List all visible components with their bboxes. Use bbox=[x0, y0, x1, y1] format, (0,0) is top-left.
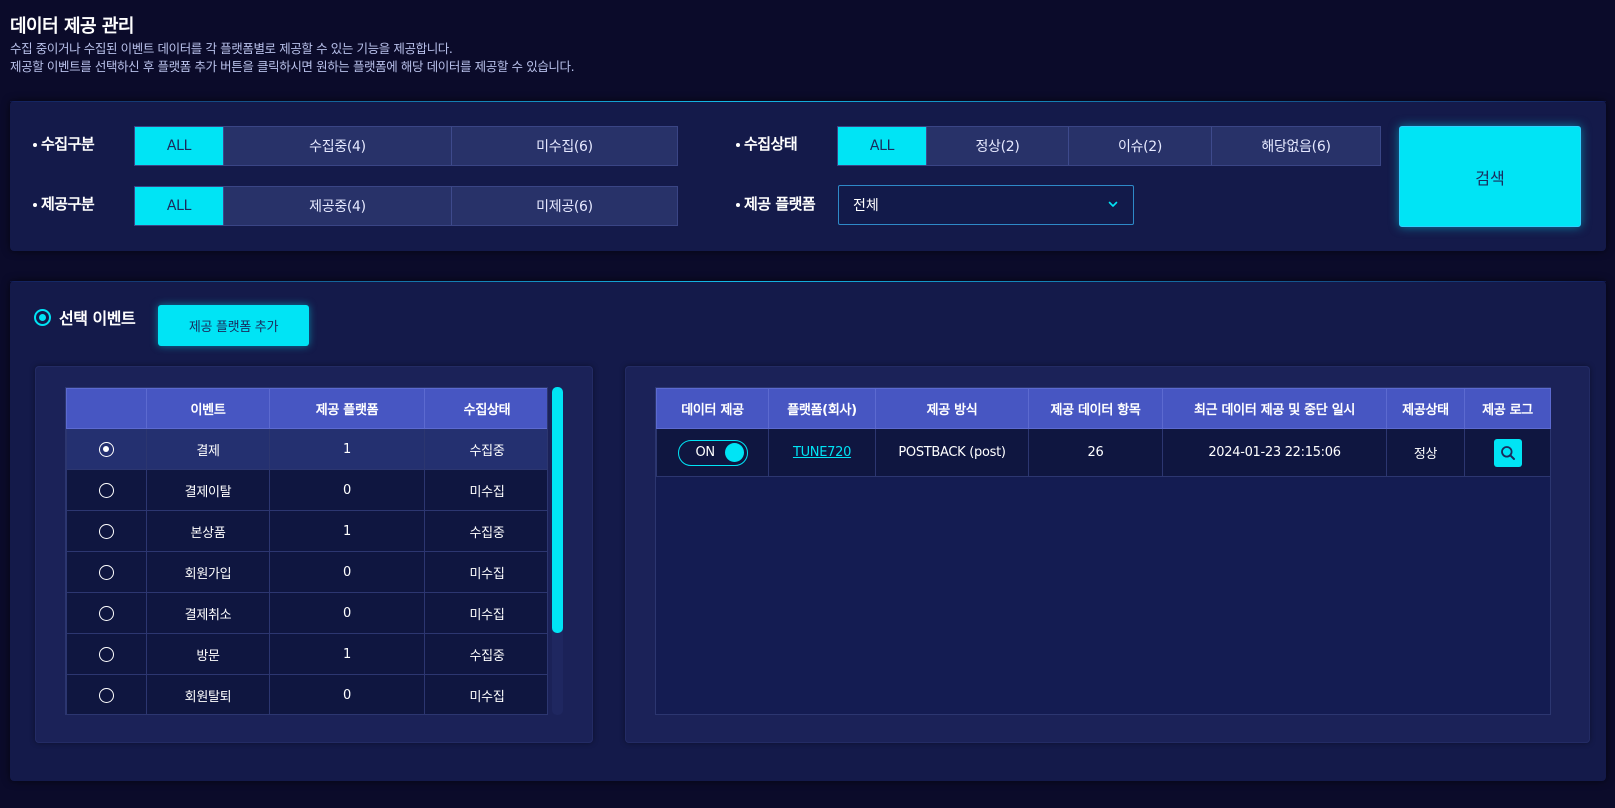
event-platform-count: 0 bbox=[269, 674, 425, 714]
event-collect-status: 미수집 bbox=[424, 551, 547, 593]
column-header-platforms: 제공 플랫폼 bbox=[269, 388, 425, 429]
collect-type-option-not-collected[interactable]: 미수집(6) bbox=[451, 127, 677, 165]
collect-status-option-none[interactable]: 해당없음(6) bbox=[1211, 127, 1380, 165]
collect-type-label: 수집구분 bbox=[33, 133, 95, 154]
table-row[interactable]: 회원탈퇴 0 미수집 bbox=[66, 674, 547, 714]
page-description-1: 수집 중이거나 수집된 이벤트 데이터를 각 플랫폼별로 제공할 수 있는 기능… bbox=[10, 41, 453, 56]
provide-type-option-all[interactable]: ALL bbox=[135, 187, 223, 225]
event-table: 이벤트 제공 플랫폼 수집상태 결제 1 수집중 결제이탈 0 미수집 본상품 … bbox=[66, 388, 547, 714]
event-collect-status: 수집중 bbox=[424, 428, 547, 470]
table-row[interactable]: 결제이탈 0 미수집 bbox=[66, 469, 547, 511]
provide-type-label: 제공구분 bbox=[33, 193, 95, 214]
event-list-panel: 이벤트 제공 플랫폼 수집상태 결제 1 수집중 결제이탈 0 미수집 본상품 … bbox=[35, 366, 593, 743]
event-radio[interactable] bbox=[99, 605, 114, 621]
event-radio[interactable] bbox=[99, 523, 114, 539]
column-header-data-items: 제공 데이터 항목 bbox=[1028, 388, 1163, 429]
event-name: 결제 bbox=[146, 428, 270, 470]
column-header-data-provide: 데이터 제공 bbox=[656, 388, 769, 429]
data-provide-toggle[interactable]: ON bbox=[677, 439, 748, 466]
table-row[interactable]: 결제 1 수집중 bbox=[66, 428, 547, 470]
provide-platform-value: 전체 bbox=[853, 198, 879, 214]
radio-icon bbox=[34, 308, 51, 326]
provide-type-segment: ALL 제공중(4) 미제공(6) bbox=[134, 186, 678, 226]
column-header-last-time: 최근 데이터 제공 및 중단 일시 bbox=[1162, 388, 1387, 429]
add-platform-button[interactable]: 제공 플랫폼 추가 bbox=[158, 305, 309, 346]
column-header-select bbox=[66, 388, 147, 429]
collect-status-segment: ALL 정상(2) 이슈(2) 해당없음(6) bbox=[837, 126, 1381, 166]
event-table-header: 이벤트 제공 플랫폼 수집상태 bbox=[66, 388, 547, 429]
collect-status-option-all[interactable]: ALL bbox=[838, 127, 926, 165]
collect-type-option-all[interactable]: ALL bbox=[135, 127, 223, 165]
event-platform-count: 1 bbox=[269, 633, 425, 675]
event-name: 회원탈퇴 bbox=[146, 674, 270, 714]
collect-status-option-issue[interactable]: 이슈(2) bbox=[1068, 127, 1211, 165]
search-icon bbox=[1500, 445, 1515, 460]
provide-type-option-not-provided[interactable]: 미제공(6) bbox=[451, 187, 677, 225]
event-radio[interactable] bbox=[99, 441, 114, 457]
event-collect-status: 수집중 bbox=[424, 510, 547, 552]
platform-table-container: 데이터 제공 플랫폼(회사) 제공 방식 제공 데이터 항목 최근 데이터 제공… bbox=[655, 387, 1551, 715]
event-radio[interactable] bbox=[99, 646, 114, 662]
table-row: ON TUNE720 POSTBACK (post) 26 2024-01-23… bbox=[656, 428, 1551, 477]
event-collect-status: 수집중 bbox=[424, 633, 547, 675]
event-name: 방문 bbox=[146, 633, 270, 675]
provide-platform-label: 제공 플랫폼 bbox=[736, 193, 816, 214]
event-radio[interactable] bbox=[99, 687, 114, 703]
event-name: 결제이탈 bbox=[146, 469, 270, 511]
search-button[interactable]: 검색 bbox=[1399, 126, 1581, 227]
event-name: 회원가입 bbox=[146, 551, 270, 593]
provide-log-button[interactable] bbox=[1493, 438, 1522, 467]
event-list-scrollbar[interactable] bbox=[552, 387, 563, 633]
event-name: 본상품 bbox=[146, 510, 270, 552]
event-name: 결제취소 bbox=[146, 592, 270, 634]
event-platform-count: 1 bbox=[269, 428, 425, 470]
platform-link[interactable]: TUNE720 bbox=[793, 445, 851, 460]
event-platform-count: 0 bbox=[269, 592, 425, 634]
filter-panel: 수집구분 ALL 수집중(4) 미수집(6) 제공구분 ALL 제공중(4) 미… bbox=[10, 101, 1606, 251]
column-header-provide-method: 제공 방식 bbox=[875, 388, 1029, 429]
table-row[interactable]: 결제취소 0 미수집 bbox=[66, 592, 547, 634]
event-platform-count: 0 bbox=[269, 469, 425, 511]
chevron-down-icon bbox=[1108, 201, 1118, 207]
page-header: 데이터 제공 관리 수집 중이거나 수집된 이벤트 데이터를 각 플랫폼별로 제… bbox=[10, 12, 575, 76]
selected-event-heading: 선택 이벤트 bbox=[34, 305, 136, 329]
data-item-count: 26 bbox=[1028, 428, 1163, 477]
column-header-provide-status: 제공상태 bbox=[1386, 388, 1465, 429]
table-row[interactable]: 회원가입 0 미수집 bbox=[66, 551, 547, 593]
toggle-knob bbox=[724, 443, 744, 462]
event-radio[interactable] bbox=[99, 564, 114, 580]
toggle-label: ON bbox=[695, 445, 716, 460]
column-header-collect-status: 수집상태 bbox=[424, 388, 547, 429]
collect-type-segment: ALL 수집중(4) 미수집(6) bbox=[134, 126, 678, 166]
provide-platform-select[interactable]: 전체 bbox=[838, 185, 1134, 225]
event-collect-status: 미수집 bbox=[424, 674, 547, 714]
selected-event-title: 선택 이벤트 bbox=[59, 309, 136, 328]
page-description-2: 제공할 이벤트를 선택하신 후 플랫폼 추가 버튼을 클릭하시면 원하는 플랫폼… bbox=[10, 59, 575, 74]
provide-method: POSTBACK (post) bbox=[875, 428, 1029, 477]
platform-table: 데이터 제공 플랫폼(회사) 제공 방식 제공 데이터 항목 최근 데이터 제공… bbox=[656, 388, 1551, 477]
collect-status-option-normal[interactable]: 정상(2) bbox=[926, 127, 1068, 165]
main-panel: 선택 이벤트 제공 플랫폼 추가 이벤트 제공 플랫폼 수집상태 결제 1 수집… bbox=[10, 281, 1606, 781]
event-platform-count: 0 bbox=[269, 551, 425, 593]
event-collect-status: 미수집 bbox=[424, 592, 547, 634]
collect-status-label: 수집상태 bbox=[736, 133, 798, 154]
column-header-provide-log: 제공 로그 bbox=[1464, 388, 1551, 429]
table-row[interactable]: 본상품 1 수집중 bbox=[66, 510, 547, 552]
page-title: 데이터 제공 관리 bbox=[10, 16, 134, 37]
collect-type-option-collecting[interactable]: 수집중(4) bbox=[223, 127, 451, 165]
event-table-container: 이벤트 제공 플랫폼 수집상태 결제 1 수집중 결제이탈 0 미수집 본상품 … bbox=[65, 387, 548, 715]
last-provide-time: 2024-01-23 22:15:06 bbox=[1162, 428, 1387, 477]
provide-status: 정상 bbox=[1386, 428, 1465, 477]
event-collect-status: 미수집 bbox=[424, 469, 547, 511]
platform-list-panel: 데이터 제공 플랫폼(회사) 제공 방식 제공 데이터 항목 최근 데이터 제공… bbox=[625, 366, 1590, 743]
event-radio[interactable] bbox=[99, 482, 114, 498]
event-platform-count: 1 bbox=[269, 510, 425, 552]
platform-table-header: 데이터 제공 플랫폼(회사) 제공 방식 제공 데이터 항목 최근 데이터 제공… bbox=[656, 388, 1551, 429]
table-row[interactable]: 방문 1 수집중 bbox=[66, 633, 547, 675]
column-header-event: 이벤트 bbox=[146, 388, 270, 429]
column-header-platform-company: 플랫폼(회사) bbox=[768, 388, 876, 429]
provide-type-option-providing[interactable]: 제공중(4) bbox=[223, 187, 451, 225]
